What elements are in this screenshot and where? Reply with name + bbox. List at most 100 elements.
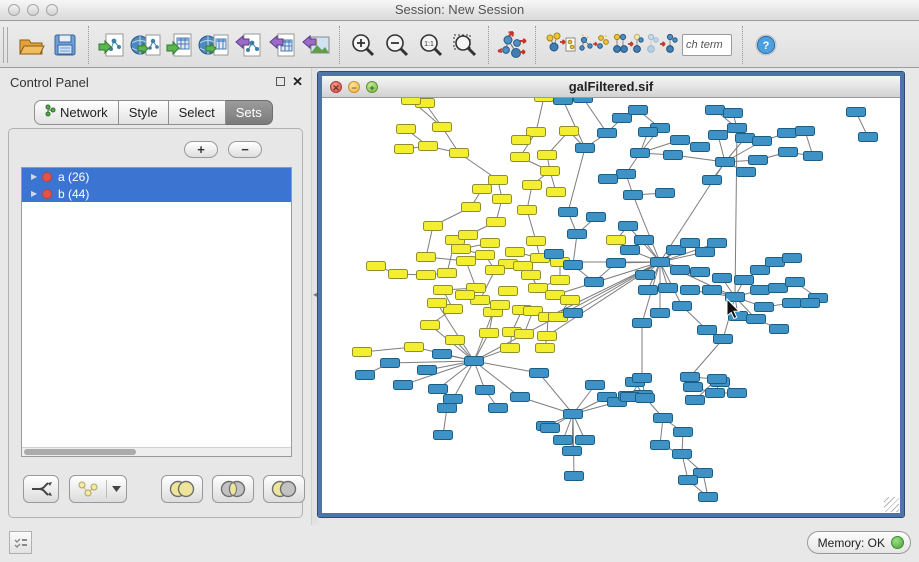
graph-node-yellow[interactable] [395, 145, 414, 154]
graph-node-blue[interactable] [684, 383, 703, 392]
graph-node-blue[interactable] [708, 375, 727, 384]
split-set-button[interactable] [23, 475, 59, 503]
graph-node-blue[interactable] [786, 278, 805, 287]
zoom-window-button[interactable] [46, 4, 58, 16]
graph-node-blue[interactable] [381, 359, 400, 368]
graph-node-blue[interactable] [749, 156, 768, 165]
extract-set-button[interactable] [69, 475, 127, 503]
graph-node-yellow[interactable] [402, 98, 421, 105]
collapse-splitter-icon[interactable]: ◂ [313, 290, 317, 299]
open-session-icon[interactable] [14, 28, 48, 62]
set-intersection-button[interactable] [212, 475, 254, 503]
graph-node-blue[interactable] [434, 431, 453, 440]
graph-node-yellow[interactable] [397, 125, 416, 134]
graph-node-yellow[interactable] [489, 176, 508, 185]
copy-selection-to-new-network-icon[interactable] [542, 28, 576, 62]
graph-node-blue[interactable] [554, 98, 573, 105]
expand-set-icon[interactable]: ▶ [22, 172, 38, 181]
graph-node-blue[interactable] [859, 133, 878, 142]
graph-node-yellow[interactable] [459, 231, 478, 240]
graph-node-yellow[interactable] [389, 270, 408, 279]
graph-node-blue[interactable] [671, 266, 690, 275]
expand-set-icon[interactable]: ▶ [22, 189, 38, 198]
tab-style[interactable]: Style [119, 100, 169, 125]
graph-node-blue[interactable] [724, 109, 743, 118]
graph-node-blue[interactable] [444, 395, 463, 404]
graph-node-yellow[interactable] [486, 266, 505, 275]
graph-node-blue[interactable] [651, 258, 670, 267]
graph-node-blue[interactable] [394, 381, 413, 390]
graph-node-blue[interactable] [465, 357, 484, 366]
graph-node-blue[interactable] [699, 493, 718, 502]
graph-node-blue[interactable] [568, 230, 587, 239]
graph-node-blue[interactable] [639, 286, 658, 295]
graph-node-blue[interactable] [801, 299, 820, 308]
tab-select[interactable]: Select [169, 100, 226, 125]
select-first-neighbors-icon[interactable] [576, 28, 610, 62]
graph-node-yellow[interactable] [551, 276, 570, 285]
graph-node-blue[interactable] [779, 148, 798, 157]
graph-node-yellow[interactable] [462, 203, 481, 212]
network-maximize-button[interactable]: + [366, 81, 378, 93]
graph-node-blue[interactable] [673, 450, 692, 459]
toolbar-drag-handle[interactable] [3, 27, 8, 63]
zoom-actual-size-icon[interactable]: 1:1 [414, 28, 448, 62]
graph-node-yellow[interactable] [501, 344, 520, 353]
graph-node-yellow[interactable] [421, 321, 440, 330]
graph-node-yellow[interactable] [527, 237, 546, 246]
horizontal-scrollbar[interactable] [22, 447, 291, 456]
graph-node-blue[interactable] [631, 149, 650, 158]
import-network-file-icon[interactable] [95, 28, 129, 62]
graph-node-blue[interactable] [356, 371, 375, 380]
close-panel-icon[interactable]: ✕ [292, 74, 303, 90]
panel-splitter[interactable]: ◂ [311, 68, 318, 525]
graph-node-blue[interactable] [545, 250, 564, 259]
graph-node-yellow[interactable] [535, 98, 554, 102]
graph-node-yellow[interactable] [428, 299, 447, 308]
graph-node-yellow[interactable] [353, 348, 372, 357]
graph-node-blue[interactable] [747, 315, 766, 324]
export-network-icon[interactable] [231, 28, 265, 62]
graph-node-blue[interactable] [639, 128, 658, 137]
graph-node-blue[interactable] [621, 246, 640, 255]
graph-node-blue[interactable] [587, 213, 606, 222]
graph-node-blue[interactable] [703, 176, 722, 185]
graph-node-blue[interactable] [438, 404, 457, 413]
graph-node-blue[interactable] [681, 373, 700, 382]
graph-node-blue[interactable] [654, 414, 673, 423]
graph-node-blue[interactable] [565, 472, 584, 481]
graph-node-yellow[interactable] [480, 329, 499, 338]
graph-node-yellow[interactable] [456, 291, 475, 300]
graph-node-blue[interactable] [530, 369, 549, 378]
graph-node-blue[interactable] [564, 261, 583, 270]
graph-node-blue[interactable] [674, 428, 693, 437]
graph-node-blue[interactable] [783, 299, 802, 308]
graph-node-blue[interactable] [607, 259, 626, 268]
graph-node-blue[interactable] [769, 284, 788, 293]
graph-node-yellow[interactable] [457, 257, 476, 266]
search-input[interactable] [682, 34, 732, 56]
zoom-fit-selected-icon[interactable] [448, 28, 482, 62]
graph-node-blue[interactable] [728, 389, 747, 398]
import-network-web-icon[interactable] [129, 28, 163, 62]
graph-node-blue[interactable] [755, 303, 774, 312]
graph-node-blue[interactable] [613, 114, 632, 123]
import-table-web-icon[interactable] [197, 28, 231, 62]
export-table-icon[interactable] [265, 28, 299, 62]
graph-node-blue[interactable] [489, 404, 508, 413]
graph-node-blue[interactable] [737, 168, 756, 177]
network-canvas[interactable] [322, 98, 900, 513]
graph-node-yellow[interactable] [514, 262, 533, 271]
graph-node-yellow[interactable] [438, 269, 457, 278]
graph-node-yellow[interactable] [450, 149, 469, 158]
export-image-icon[interactable] [299, 28, 333, 62]
graph-node-yellow[interactable] [538, 332, 557, 341]
graph-node-yellow[interactable] [491, 301, 510, 310]
graph-node-blue[interactable] [636, 394, 655, 403]
graph-node-blue[interactable] [736, 134, 755, 143]
graph-node-blue[interactable] [659, 284, 678, 293]
graph-node-blue[interactable] [696, 248, 715, 257]
apply-preferred-layout-icon[interactable] [495, 28, 529, 62]
sets-list[interactable]: ▶a (26)▶b (44) [21, 167, 292, 457]
graph-node-blue[interactable] [708, 239, 727, 248]
